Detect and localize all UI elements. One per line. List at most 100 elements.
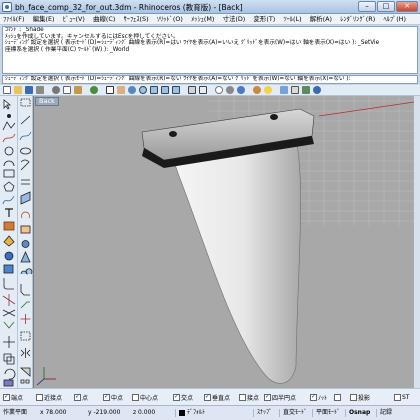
status-y-coordinate: y -219.000 <box>88 409 121 416</box>
fillet-icon <box>3 278 14 290</box>
command-history-line: ｼｪｰﾃﾞｨﾝｸﾞ設定を選択 ( 表示ﾓｰﾄﾞ(D)=ｼｪｰﾃﾞｨﾝｸﾞ 曲線を… <box>5 40 380 47</box>
box-icon <box>3 264 14 274</box>
ellipse-icon <box>20 147 31 155</box>
osnap-point[interactable]: 点 <box>74 393 88 402</box>
status-z-coordinate: z 0.000 <box>133 409 156 416</box>
status-osnap[interactable]: Osnap <box>345 409 370 417</box>
undo-icon[interactable] <box>90 86 98 94</box>
mirror-icon <box>20 348 31 358</box>
command-history-line: 座標系を選択 ( 作業平面(C) ﾜｰﾙﾄﾞ(W) ): _World <box>5 46 130 53</box>
join-icon <box>3 321 15 329</box>
status-record-history[interactable]: 記録 <box>376 409 392 417</box>
menu-render[interactable]: ﾚﾝﾀﾞﾘﾝｸﾞ(R) <box>337 14 378 24</box>
right-panel-edge[interactable] <box>414 96 420 388</box>
zoom-selected-icon[interactable] <box>172 86 180 94</box>
light-icon[interactable] <box>264 86 272 94</box>
menu-solid[interactable]: ｿﾘｯﾄﾞ(O) <box>154 14 186 24</box>
open-file-icon[interactable] <box>14 86 22 94</box>
standard-toolbar <box>0 85 420 96</box>
trim-icon <box>2 294 16 306</box>
select-icon[interactable] <box>106 86 114 94</box>
menu-view[interactable]: ﾋﾞｭｰ(V) <box>60 14 88 24</box>
menu-curve[interactable]: 曲線(C) <box>90 14 118 24</box>
menu-help[interactable]: ﾍﾙﾌﾟ(H) <box>380 14 409 24</box>
osnap-quadrant[interactable]: 四半円点 <box>264 393 296 402</box>
new-file-icon[interactable] <box>3 86 11 94</box>
osnap-unnamed[interactable] <box>334 393 342 402</box>
menu-file[interactable]: ﾌｧｲﾙ(F) <box>0 14 27 24</box>
status-x-coordinate: x 78.000 <box>40 409 67 416</box>
mounting-hole <box>169 131 177 137</box>
viewport-title-tab[interactable]: Back <box>35 97 59 106</box>
helix-icon <box>20 159 30 171</box>
status-ortho[interactable]: 直交ﾓｰﾄﾞ <box>279 409 307 417</box>
save-file-icon[interactable] <box>25 86 33 94</box>
osnap-tangent[interactable]: 接点 <box>239 393 259 402</box>
command-history-line: ｺﾏﾝﾄﾞ: _Shade <box>5 27 44 33</box>
menu-edit[interactable]: 編集(E) <box>30 14 58 24</box>
menu-tools[interactable]: ﾂｰﾙ(L) <box>280 14 304 24</box>
options-icon[interactable] <box>302 86 310 94</box>
status-current-layer[interactable]: ﾃﾞﾌｫﾙﾄ <box>175 409 205 417</box>
zoom-icon[interactable] <box>139 86 147 94</box>
osnap-project[interactable]: 投影 <box>350 393 370 402</box>
material-icon[interactable] <box>253 86 261 94</box>
osnap-near[interactable]: 近接点 <box>36 393 62 402</box>
back-viewport[interactable]: Back <box>33 96 420 388</box>
analyze-icon <box>3 379 14 387</box>
copy-icon[interactable] <box>63 86 71 94</box>
arc-icon <box>3 160 15 167</box>
command-history[interactable]: ｺﾏﾝﾄﾞ: _Shade ﾒｯｼｭを作成しています。キャンセルするにはEscを… <box>2 26 418 74</box>
curve-icon <box>2 133 16 143</box>
zoom-extents-icon[interactable] <box>161 86 169 94</box>
menu-analyze[interactable]: 解析(A) <box>307 14 335 24</box>
menu-mesh[interactable]: ﾒｯｼｭ(M) <box>188 14 217 24</box>
osnap-end[interactable]: 端点 <box>3 393 23 402</box>
title-bar: bh_face_comp_32_for_out.3dm - Rhinoceros… <box>0 0 420 14</box>
minimize-button[interactable]: – <box>358 1 376 12</box>
plane-icon <box>20 225 31 234</box>
menu-surface[interactable]: ｻｰﾌｪｽ(S) <box>121 14 152 24</box>
help-icon[interactable] <box>313 86 321 94</box>
revolve-icon <box>21 211 30 219</box>
close-button[interactable]: ✕ <box>396 1 418 12</box>
group-icon <box>20 331 31 341</box>
shaded-icon[interactable] <box>226 86 234 94</box>
menu-transform[interactable]: 変形(T) <box>251 14 279 24</box>
menu-dimension[interactable]: 寸法(D) <box>220 14 249 24</box>
window-title: bh_face_comp_32_for_out.3dm - Rhinoceros… <box>15 3 243 12</box>
command-prompt[interactable]: ｼｪｰﾃﾞｨﾝｸﾞ設定を選択 ( 表示ﾓｰﾄﾞ(D)=ｼｪｰﾃﾞｨﾝｸﾞ 曲線を… <box>2 75 418 84</box>
grid-icon[interactable] <box>199 86 207 94</box>
circle-icon <box>4 146 14 156</box>
osnap-center[interactable]: 中心点 <box>132 393 158 402</box>
rotate-view-icon[interactable] <box>128 86 136 94</box>
osnap-mid[interactable]: 中点 <box>103 393 123 402</box>
maximize-button[interactable]: □ <box>377 1 395 12</box>
osnap-perpendicular[interactable]: 垂直点 <box>204 393 230 402</box>
tool-palette-icons <box>2 99 16 387</box>
loft-icon <box>20 191 31 205</box>
layer-icon[interactable] <box>280 86 288 94</box>
line-icon <box>20 115 31 125</box>
zoom-window-icon[interactable] <box>150 86 158 94</box>
paste-icon[interactable] <box>74 86 82 94</box>
print-icon[interactable] <box>36 86 44 94</box>
secondary-tool-palette <box>18 96 33 388</box>
copy-object-icon <box>3 353 15 365</box>
render-icon[interactable] <box>237 86 245 94</box>
osnap-knot[interactable]: ﾉｯﾄ <box>310 393 327 402</box>
status-snap[interactable]: ｽﾅｯﾌﾟ <box>253 409 272 417</box>
rhino-app-icon[interactable] <box>2 2 12 12</box>
pan-icon[interactable] <box>117 86 125 94</box>
status-planar[interactable]: 平面ﾓｰﾄﾞ <box>312 409 340 417</box>
properties-icon[interactable] <box>291 86 299 94</box>
four-viewports-icon[interactable] <box>188 86 196 94</box>
wireframe-icon[interactable] <box>215 86 223 94</box>
menu-bar: ﾌｧｲﾙ(F) 編集(E) ﾋﾞｭｰ(V) 曲線(C) ｻｰﾌｪｽ(S) ｿﾘｯ… <box>0 14 420 25</box>
chamfer-icon <box>20 284 30 296</box>
cut-icon[interactable] <box>52 86 60 94</box>
osnap-st[interactable]: ST <box>394 393 409 402</box>
osnap-intersection[interactable]: 交点 <box>173 393 193 402</box>
fin-body <box>171 138 301 384</box>
cylinder-icon <box>21 240 30 248</box>
